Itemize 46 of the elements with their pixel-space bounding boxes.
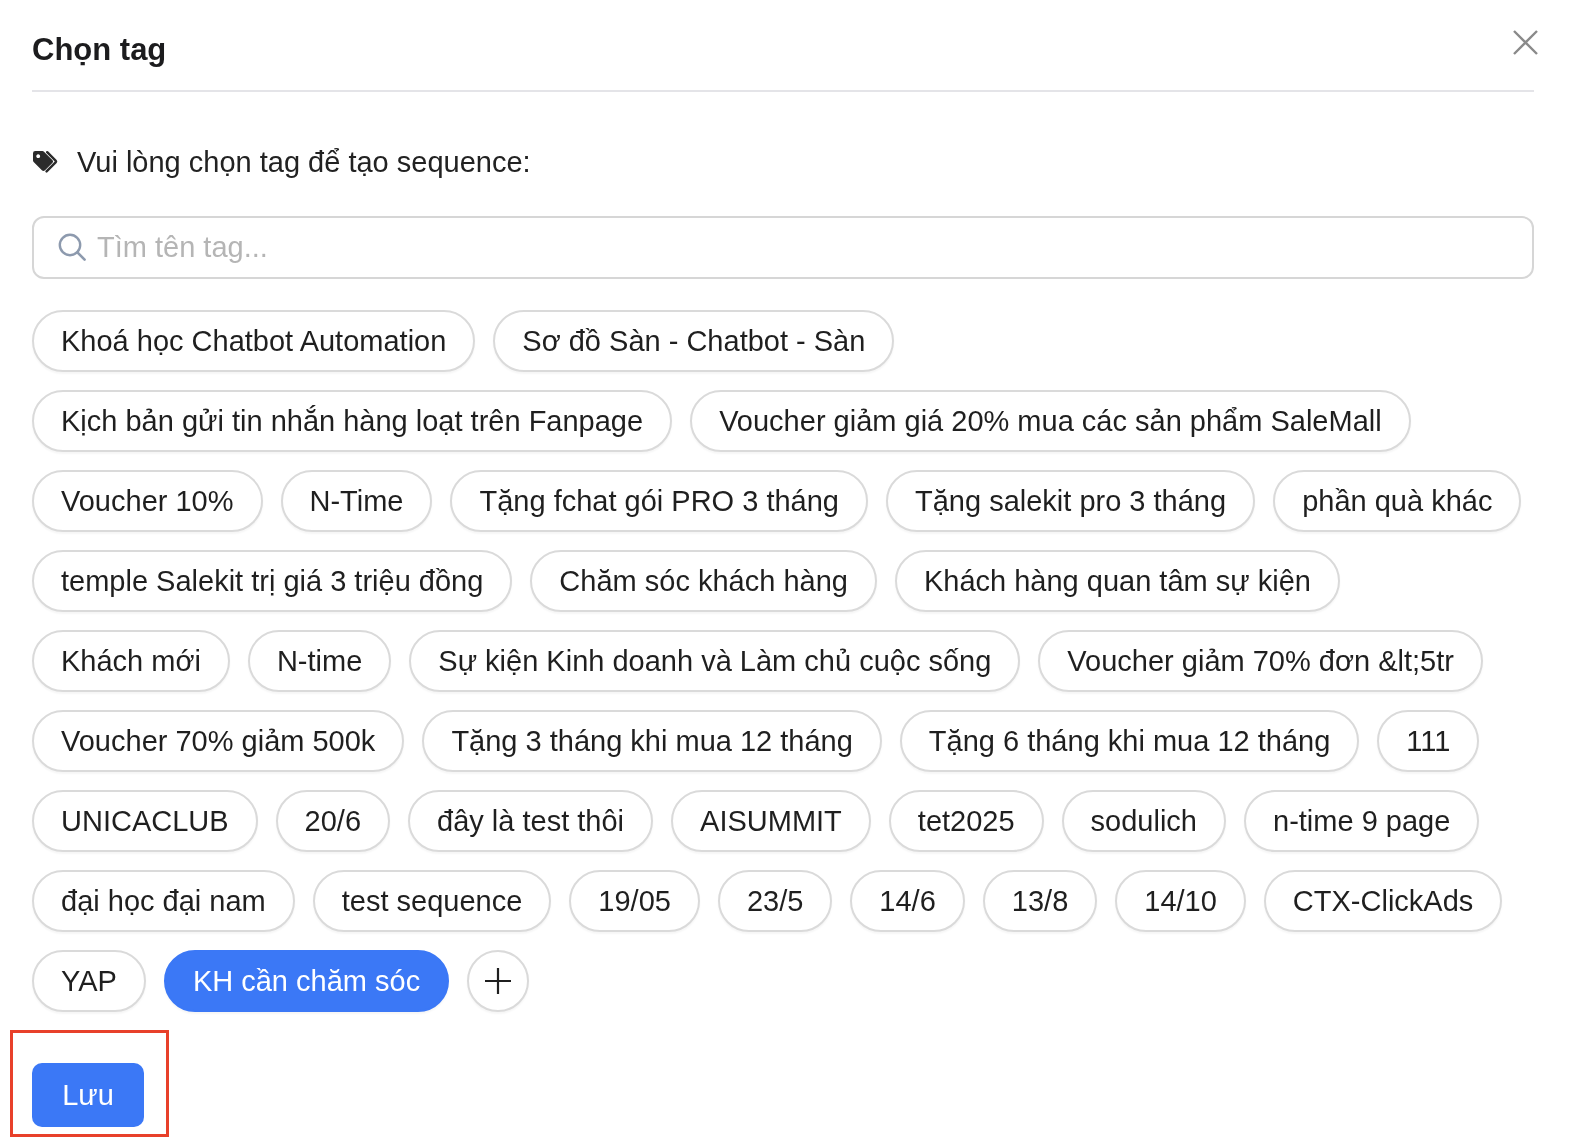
tag-chip[interactable]: N-time	[247, 630, 392, 692]
tag-chip[interactable]: tet2025	[888, 790, 1044, 852]
tag-chip[interactable]: Tặng 3 tháng khi mua 12 tháng	[422, 710, 882, 772]
tag-chip[interactable]: Khách hàng quan tâm sự kiện	[894, 550, 1340, 612]
close-button[interactable]	[1513, 30, 1538, 55]
tag-chip[interactable]: 13/8	[982, 870, 1098, 932]
tag-chip[interactable]: Tặng fchat gói PRO 3 tháng	[450, 470, 868, 532]
tag-chip[interactable]: Voucher 10%	[32, 470, 263, 532]
plus-icon	[485, 968, 512, 994]
search-field[interactable]: Tìm tên tag...	[32, 216, 1534, 279]
tag-chip[interactable]: 23/5	[717, 870, 833, 932]
instruction-text: Vui lòng chọn tag để tạo sequence:	[77, 145, 531, 180]
tag-chip[interactable]: đại học đại nam	[32, 870, 295, 932]
tag-chip[interactable]: Sự kiện Kinh doanh và Làm chủ cuộc sống	[409, 630, 1021, 692]
tag-chip[interactable]: 111	[1377, 710, 1480, 772]
tag-chip[interactable]: YAP	[32, 950, 146, 1012]
tag-chip[interactable]: 14/6	[850, 870, 965, 932]
tag-chip[interactable]: Tặng 6 tháng khi mua 12 tháng	[899, 710, 1360, 772]
tag-chip[interactable]: AISUMMIT	[671, 790, 871, 852]
tag-chip[interactable]: Tặng salekit pro 3 tháng	[886, 470, 1256, 532]
tag-chip[interactable]: đây là test thôi	[408, 790, 654, 852]
close-icon	[1513, 30, 1538, 55]
tag-chip[interactable]: Chăm sóc khách hàng	[530, 550, 877, 612]
tag-chip[interactable]: Khách mới	[32, 630, 230, 692]
tag-chip[interactable]: Sơ đồ Sàn - Chatbot - Sàn	[493, 310, 895, 372]
save-button[interactable]: Lưu	[32, 1063, 144, 1127]
tag-chip[interactable]: 20/6	[275, 790, 391, 852]
tag-chip[interactable]: sodulich	[1061, 790, 1226, 852]
dialog-title: Chọn tag	[32, 31, 167, 69]
tag-chip[interactable]: temple Salekit trị giá 3 triệu đồng	[32, 550, 513, 612]
tag-chip[interactable]: phần quà khác	[1273, 470, 1522, 532]
tags-icon	[33, 151, 60, 173]
tag-chip[interactable]: 19/05	[569, 870, 700, 932]
tag-chip[interactable]: KH cần chăm sóc	[163, 950, 450, 1012]
tag-chip[interactable]: Khoá học Chatbot Automation	[32, 310, 476, 372]
tag-chip[interactable]: n-time 9 page	[1244, 790, 1480, 852]
tag-chip[interactable]: Voucher 70% giảm 500k	[32, 710, 405, 772]
tag-chip[interactable]: Voucher giảm giá 20% mua các sản phẩm SaleMall	[690, 390, 1411, 452]
tag-chip[interactable]: Voucher giảm 70% đơn &lt;5tr	[1038, 630, 1483, 692]
tag-chip[interactable]: Kịch bản gửi tin nhắn hàng loạt trên Fanpage	[32, 390, 673, 452]
search-icon	[58, 233, 86, 261]
tag-chip[interactable]: CTX-ClickAds	[1263, 870, 1503, 932]
tag-chip[interactable]: UNICACLUB	[32, 790, 258, 852]
tag-chip[interactable]: N-Time	[280, 470, 433, 532]
tag-chip[interactable]: 14/10	[1115, 870, 1246, 932]
tag-chip[interactable]: test sequence	[312, 870, 552, 932]
